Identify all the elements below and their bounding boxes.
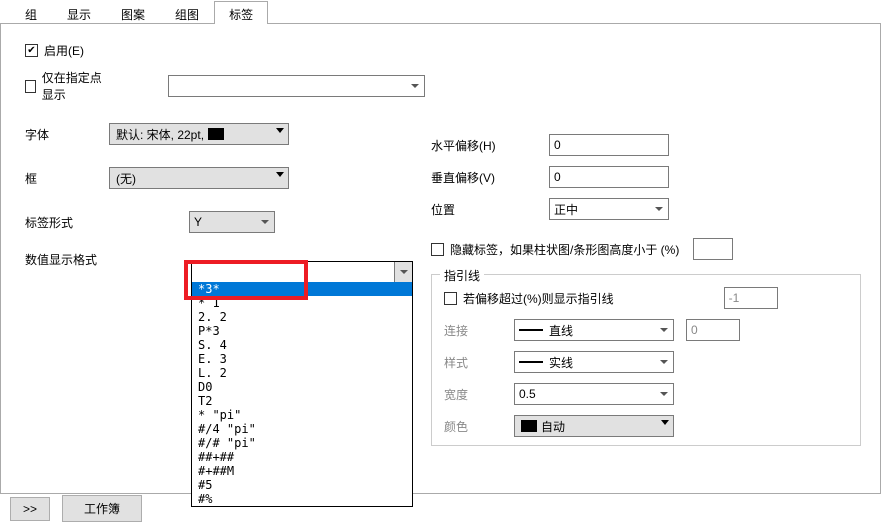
leader-cond-label: 若偏移超过(%)则显示指引线: [463, 290, 614, 307]
numformat-option[interactable]: P*3: [192, 324, 412, 338]
numformat-option[interactable]: 2. 2: [192, 310, 412, 324]
leader-width-combo[interactable]: 0.5: [514, 383, 674, 405]
numformat-option[interactable]: * "pi": [192, 408, 412, 422]
chevron-down-icon: [256, 212, 274, 232]
frame-combo[interactable]: (无): [109, 167, 289, 189]
leader-style-label: 样式: [444, 354, 494, 371]
leader-color-label: 颜色: [444, 418, 494, 435]
tab-display[interactable]: 显示: [52, 1, 106, 24]
hoffset-input[interactable]: 0: [549, 134, 669, 156]
leader-width-value: 0.5: [519, 387, 536, 401]
chevron-down-icon: [655, 352, 673, 372]
next-button[interactable]: >>: [10, 497, 50, 521]
numformat-input[interactable]: [192, 262, 394, 282]
numformat-option[interactable]: T2: [192, 394, 412, 408]
show-at-points-combo[interactable]: [168, 75, 425, 97]
numformat-option[interactable]: #%: [192, 492, 412, 506]
frame-label: 框: [25, 170, 95, 187]
numformat-option[interactable]: E. 3: [192, 352, 412, 366]
leader-connect-value: 直线: [549, 322, 573, 339]
enable-label: 启用(E): [44, 42, 84, 59]
line-icon: [519, 329, 543, 331]
leader-cond-checkbox[interactable]: [444, 292, 457, 305]
enable-checkbox[interactable]: ✔: [25, 44, 38, 57]
numformat-option[interactable]: ##+##: [192, 450, 412, 464]
line-icon: [519, 361, 543, 363]
font-color-swatch: [208, 128, 224, 140]
tab-label[interactable]: 标签: [214, 1, 268, 24]
color-swatch: [521, 420, 537, 432]
position-value: 正中: [554, 201, 578, 218]
font-value: 默认: 宋体, 22pt,: [116, 126, 204, 143]
chevron-down-icon: [655, 384, 673, 404]
labelform-combo[interactable]: Y: [189, 211, 275, 233]
leader-width-label: 宽度: [444, 386, 494, 403]
chevron-down-icon: [655, 320, 673, 340]
leaderline-legend: 指引线: [440, 267, 484, 284]
font-label: 字体: [25, 126, 95, 143]
leader-connect-combo[interactable]: 直线: [514, 319, 674, 341]
voffset-label: 垂直偏移(V): [431, 169, 521, 186]
leader-connect-label: 连接: [444, 322, 494, 339]
chevron-down-icon: [276, 128, 284, 133]
numformat-dropdown-button[interactable]: [394, 262, 412, 282]
leader-style-value: 实线: [549, 354, 573, 371]
numformat-option-list: *3** 12. 2P*3S. 4E. 3L. 2D0T2* "pi"#/4 "…: [192, 282, 412, 506]
show-at-points-checkbox[interactable]: [25, 80, 36, 93]
leader-color-value: 自动: [541, 418, 565, 435]
position-combo[interactable]: 正中: [549, 198, 669, 220]
numformat-option[interactable]: #+##M: [192, 464, 412, 478]
chevron-down-icon: [661, 420, 669, 425]
numformat-option[interactable]: D0: [192, 380, 412, 394]
workbook-button[interactable]: 工作簿: [62, 495, 142, 522]
leader-color-combo[interactable]: 自动: [514, 415, 674, 437]
chevron-down-icon: [406, 76, 424, 96]
tab-group[interactable]: 组: [10, 1, 52, 24]
tab-groupplot[interactable]: 组图: [160, 1, 214, 24]
hide-label-input[interactable]: [693, 238, 733, 260]
leaderline-group: 指引线 若偏移超过(%)则显示指引线 -1 连接 直线 0 样式 实线: [431, 274, 861, 446]
numformat-option[interactable]: #/4 "pi": [192, 422, 412, 436]
frame-value: (无): [116, 170, 136, 187]
labelform-label: 标签形式: [25, 214, 81, 231]
hide-label-checkbox[interactable]: [431, 243, 444, 256]
chevron-down-icon: [650, 199, 668, 219]
show-at-points-label: 仅在指定点显示: [42, 69, 108, 103]
numformat-option[interactable]: *3*: [192, 282, 412, 296]
labelform-value: Y: [194, 215, 202, 229]
tab-content: ✔ 启用(E) 仅在指定点显示 字体 默认: 宋体, 22pt, 框 (无): [0, 24, 881, 494]
numformat-option[interactable]: #5: [192, 478, 412, 492]
leader-connect-num[interactable]: 0: [686, 319, 740, 341]
font-combo[interactable]: 默认: 宋体, 22pt,: [109, 123, 289, 145]
numformat-dropdown[interactable]: *3** 12. 2P*3S. 4E. 3L. 2D0T2* "pi"#/4 "…: [191, 261, 413, 507]
numformat-option[interactable]: S. 4: [192, 338, 412, 352]
tab-pattern[interactable]: 图案: [106, 1, 160, 24]
tab-bar: 组 显示 图案 组图 标签: [0, 0, 881, 24]
leader-cond-value[interactable]: -1: [724, 287, 778, 309]
numformat-label: 数值显示格式: [25, 251, 105, 268]
numformat-option[interactable]: * 1: [192, 296, 412, 310]
numformat-option[interactable]: L. 2: [192, 366, 412, 380]
hide-label-label: 隐藏标签，如果柱状图/条形图高度小于 (%): [450, 241, 679, 258]
chevron-down-icon: [276, 172, 284, 177]
leader-style-combo[interactable]: 实线: [514, 351, 674, 373]
voffset-input[interactable]: 0: [549, 166, 669, 188]
hoffset-label: 水平偏移(H): [431, 137, 521, 154]
position-label: 位置: [431, 201, 521, 218]
numformat-option[interactable]: #/# "pi": [192, 436, 412, 450]
